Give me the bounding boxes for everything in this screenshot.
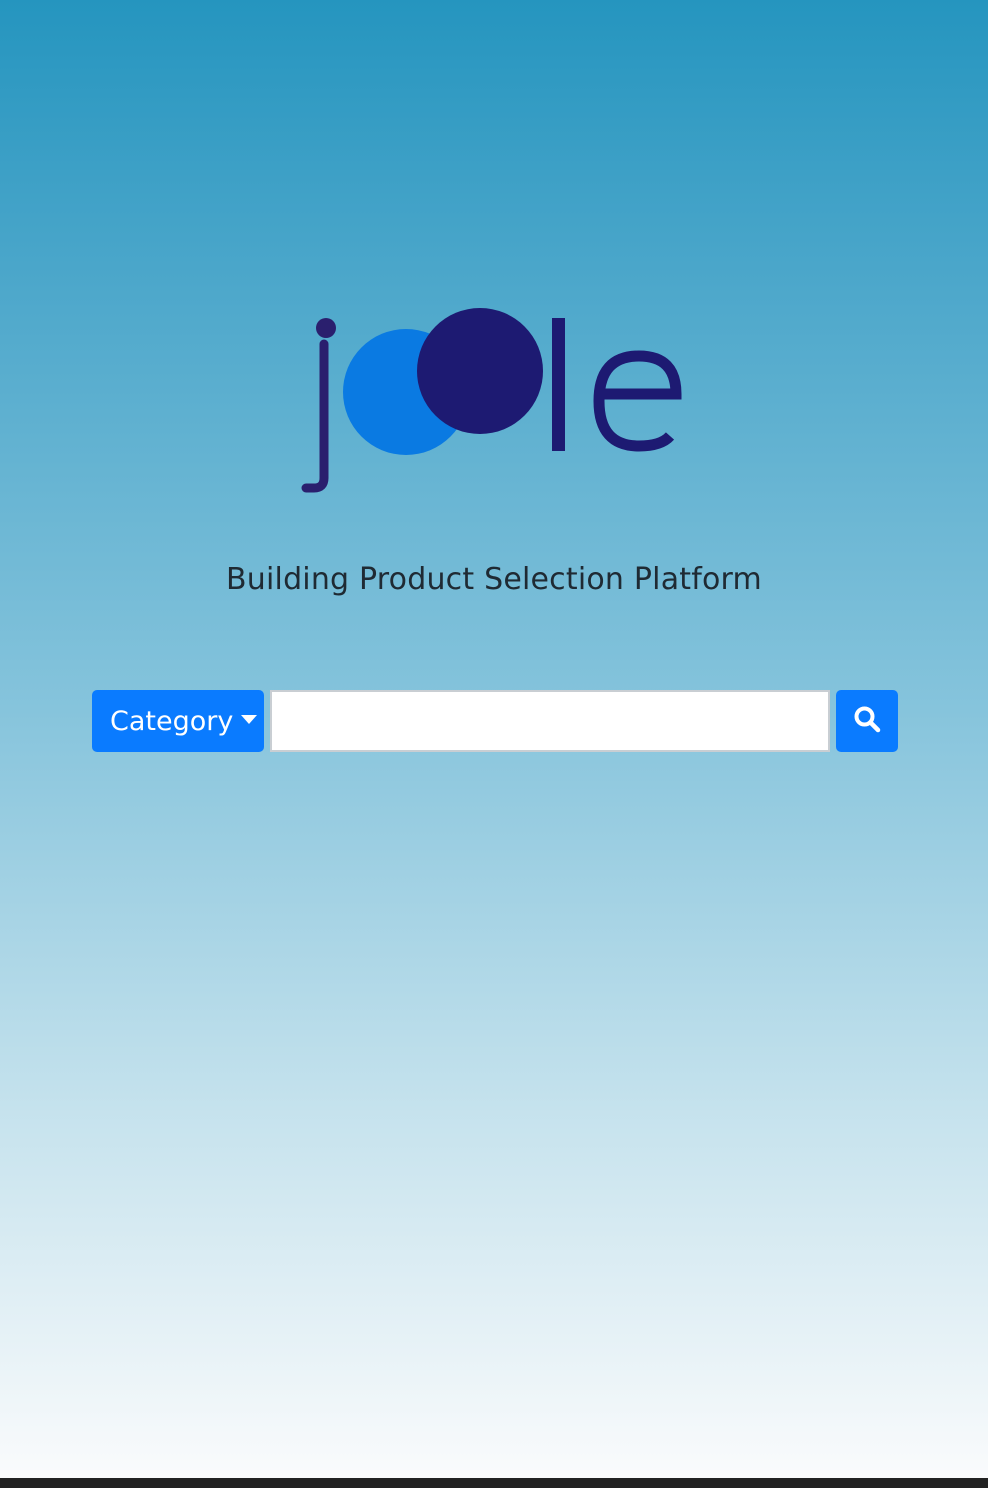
joole-logo [296, 300, 696, 500]
bottom-bar [0, 1478, 988, 1488]
search-button[interactable] [836, 690, 898, 752]
caret-down-icon [241, 714, 258, 724]
category-label: Category [110, 705, 234, 737]
search-icon [853, 705, 881, 737]
category-dropdown-button[interactable]: Category [92, 690, 264, 752]
tagline: Building Product Selection Platform [226, 562, 762, 597]
landing-page: Building Product Selection Platform Cate… [0, 0, 988, 1478]
search-bar: Category [92, 690, 898, 752]
search-input[interactable] [270, 690, 830, 752]
